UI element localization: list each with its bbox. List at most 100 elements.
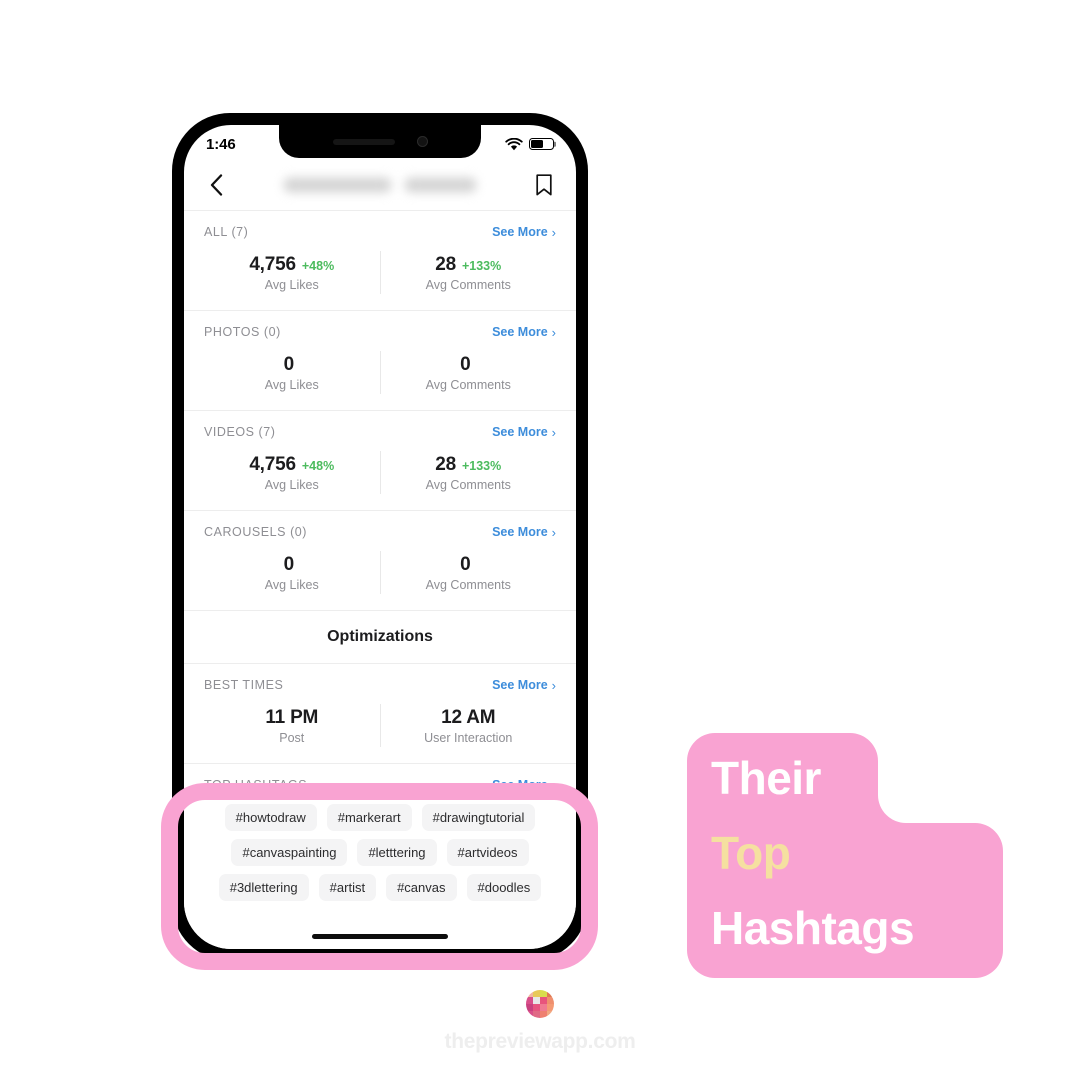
- metrics-row: 0 Avg Likes 0 Avg Comments: [204, 345, 556, 394]
- metrics-row: 4,756 +48% Avg Likes 28 +133% Avg Commen…: [204, 445, 556, 494]
- metric-avg-likes: 0 Avg Likes: [204, 551, 380, 594]
- hashtag-chip[interactable]: #howtodraw: [224, 804, 317, 831]
- front-camera-icon: [416, 136, 428, 147]
- metric-name: Avg Comments: [425, 578, 511, 592]
- stat-card-videos: VIDEOS (7) See More › 4,756 +48% Avg Lik…: [184, 411, 576, 511]
- earpiece-speaker-icon: [332, 138, 395, 145]
- phone-screen: 1:46 ALL (7) See More › 4,756 +48% Avg L…: [184, 125, 576, 949]
- see-more-label: See More: [492, 225, 548, 239]
- hashtag-chip[interactable]: #artvideos: [446, 839, 529, 866]
- metric-value: 4,756: [249, 254, 296, 275]
- chevron-right-icon: ›: [551, 324, 556, 340]
- metric-avg-likes: 0 Avg Likes: [204, 351, 380, 394]
- phone-frame: 1:46 ALL (7) See More › 4,756 +48% Avg L…: [172, 113, 588, 961]
- metric-delta: +133%: [461, 459, 502, 473]
- logo-tile: [533, 990, 540, 997]
- metric-value: 11 PM: [265, 707, 319, 728]
- metric-delta: +48%: [301, 459, 335, 473]
- optimizations-title: Optimizations: [327, 628, 433, 645]
- metric-value: 0: [283, 554, 295, 575]
- logo-tile: [540, 997, 547, 1004]
- metric-value: 0: [460, 554, 471, 575]
- see-more-link[interactable]: See More ›: [492, 225, 556, 239]
- chevron-right-icon: ›: [551, 677, 556, 693]
- metric-best-interaction-time: 12 AM User Interaction: [379, 704, 557, 747]
- metric-delta: +48%: [301, 259, 335, 273]
- metrics-row: 11 PM Post 12 AM User Interaction: [204, 698, 556, 747]
- metric-avg-likes: 4,756 +48% Avg Likes: [204, 451, 380, 494]
- metric-avg-comments: 28 +133% Avg Comments: [379, 451, 557, 494]
- hashtag-chip[interactable]: #3dlettering: [218, 874, 309, 901]
- chevron-left-icon: [210, 173, 222, 196]
- card-label: VIDEOS (7): [204, 425, 276, 439]
- metric-value: 4,756: [249, 454, 296, 475]
- card-header: PHOTOS (0) See More ›: [204, 325, 556, 339]
- metric-value: 28: [435, 454, 456, 475]
- home-indicator[interactable]: [312, 934, 448, 939]
- chevron-right-icon: ›: [551, 224, 556, 240]
- see-more-link[interactable]: See More ›: [492, 525, 556, 539]
- back-button[interactable]: [204, 173, 228, 197]
- logo-tile: [547, 990, 554, 997]
- top-hashtags-card: TOP HASHTAGS See More › #howtodraw #mark…: [184, 764, 576, 919]
- logo-tile: [547, 997, 554, 1004]
- logo-tile: [533, 997, 540, 1004]
- stat-card-carousels: CAROUSELS (0) See More › 0 Avg Likes 0 A…: [184, 511, 576, 611]
- metric-best-post-time: 11 PM Post: [204, 704, 380, 747]
- card-label: BEST TIMES: [204, 678, 284, 692]
- metric-avg-comments: 28 +133% Avg Comments: [379, 251, 557, 294]
- preview-app-logo-icon: [526, 990, 554, 1018]
- metric-avg-likes: 4,756 +48% Avg Likes: [204, 251, 380, 294]
- logo-tile: [547, 1004, 554, 1011]
- card-header: ALL (7) See More ›: [204, 225, 556, 239]
- phone-notch: [279, 125, 481, 158]
- metric-avg-comments: 0 Avg Comments: [379, 351, 557, 394]
- hashtag-chip[interactable]: #markerart: [326, 804, 412, 831]
- metric-name: Avg Comments: [425, 478, 511, 492]
- logo-tile: [540, 1011, 547, 1018]
- see-more-link[interactable]: See More ›: [492, 325, 556, 339]
- metrics-row: 4,756 +48% Avg Likes 28 +133% Avg Commen…: [204, 245, 556, 294]
- see-more-label: See More: [492, 678, 548, 692]
- hashtag-chip[interactable]: #canvaspainting: [231, 839, 348, 866]
- card-label: CAROUSELS (0): [204, 525, 308, 539]
- hashtag-chip[interactable]: #doodles: [466, 874, 542, 901]
- hashtag-chip[interactable]: #canvas: [386, 874, 457, 901]
- logo-tile: [526, 997, 533, 1004]
- metric-name: Avg Comments: [425, 278, 511, 292]
- see-more-link[interactable]: See More ›: [492, 425, 556, 439]
- metric-name: Avg Likes: [264, 378, 319, 392]
- bookmark-button[interactable]: [532, 173, 556, 197]
- card-label: ALL (7): [204, 225, 249, 239]
- nav-bar: [184, 159, 576, 211]
- hashtag-chip[interactable]: #artist: [318, 874, 377, 901]
- see-more-label: See More: [492, 425, 548, 439]
- hashtag-list: #howtodraw #markerart #drawingtutorial #…: [204, 804, 556, 901]
- metric-value: 12 AM: [441, 707, 496, 728]
- logo-tile: [540, 1004, 547, 1011]
- battery-icon: [529, 138, 554, 150]
- page-title-blurred: [283, 177, 477, 192]
- stat-card-photos: PHOTOS (0) See More › 0 Avg Likes 0 Avg …: [184, 311, 576, 411]
- logo-tile: [533, 1011, 540, 1018]
- see-more-link[interactable]: See More ›: [492, 678, 556, 692]
- analytics-content[interactable]: ALL (7) See More › 4,756 +48% Avg Likes: [184, 211, 576, 949]
- metrics-row: 0 Avg Likes 0 Avg Comments: [204, 545, 556, 594]
- logo-tile: [526, 990, 533, 997]
- logo-tile: [526, 1004, 533, 1011]
- see-more-label: See More: [492, 525, 548, 539]
- hashtag-chip[interactable]: #letttering: [357, 839, 437, 866]
- footer: thepreviewapp.com: [0, 990, 1080, 1054]
- metric-name: Avg Likes: [264, 278, 319, 292]
- see-more-link[interactable]: See More ›: [492, 778, 556, 792]
- metric-value: 0: [283, 354, 295, 375]
- metric-value: 0: [460, 354, 471, 375]
- card-label: PHOTOS (0): [204, 325, 281, 339]
- callout-line-hashtags: Hashtags: [711, 902, 915, 954]
- hashtag-chip[interactable]: #drawingtutorial: [421, 804, 536, 831]
- see-more-label: See More: [492, 778, 548, 792]
- chevron-right-icon: ›: [551, 524, 556, 540]
- status-time: 1:46: [206, 135, 236, 153]
- card-header: TOP HASHTAGS See More ›: [204, 778, 556, 792]
- chevron-right-icon: ›: [551, 777, 556, 793]
